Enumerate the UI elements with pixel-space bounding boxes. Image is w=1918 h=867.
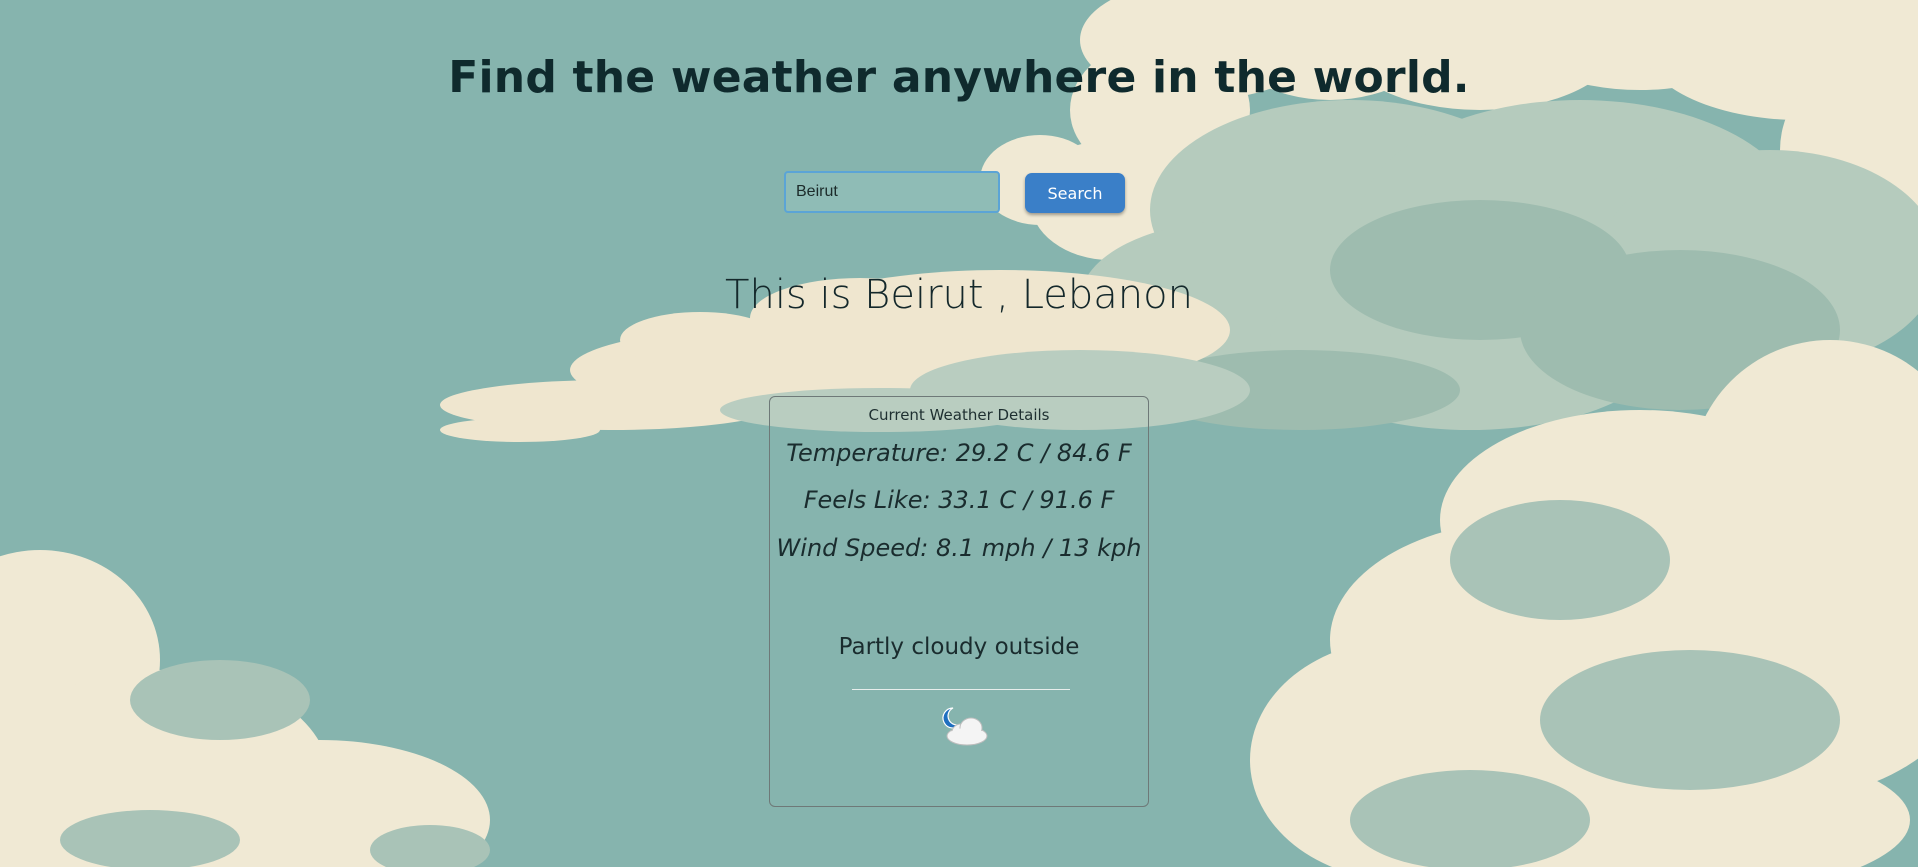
card-heading: Current Weather Details xyxy=(868,406,1050,424)
temperature-text: Temperature: 29.2 C / 84.6 F xyxy=(786,439,1132,467)
page-title: Find the weather anywhere in the world. xyxy=(448,52,1470,103)
partly-cloudy-night-icon xyxy=(942,707,988,746)
condition-text: Partly cloudy outside xyxy=(838,634,1080,660)
location-heading: This is Beirut , Lebanon xyxy=(725,272,1193,318)
wind-speed-text: Wind Speed: 8.1 mph / 13 kph xyxy=(776,534,1142,562)
feels-like-text: Feels Like: 33.1 C / 91.6 F xyxy=(803,486,1115,514)
divider xyxy=(852,689,1070,690)
weather-details-card: Current Weather Details Temperature: 29.… xyxy=(769,396,1149,807)
search-button[interactable]: Search xyxy=(1025,173,1125,213)
search-input[interactable] xyxy=(784,171,1000,213)
